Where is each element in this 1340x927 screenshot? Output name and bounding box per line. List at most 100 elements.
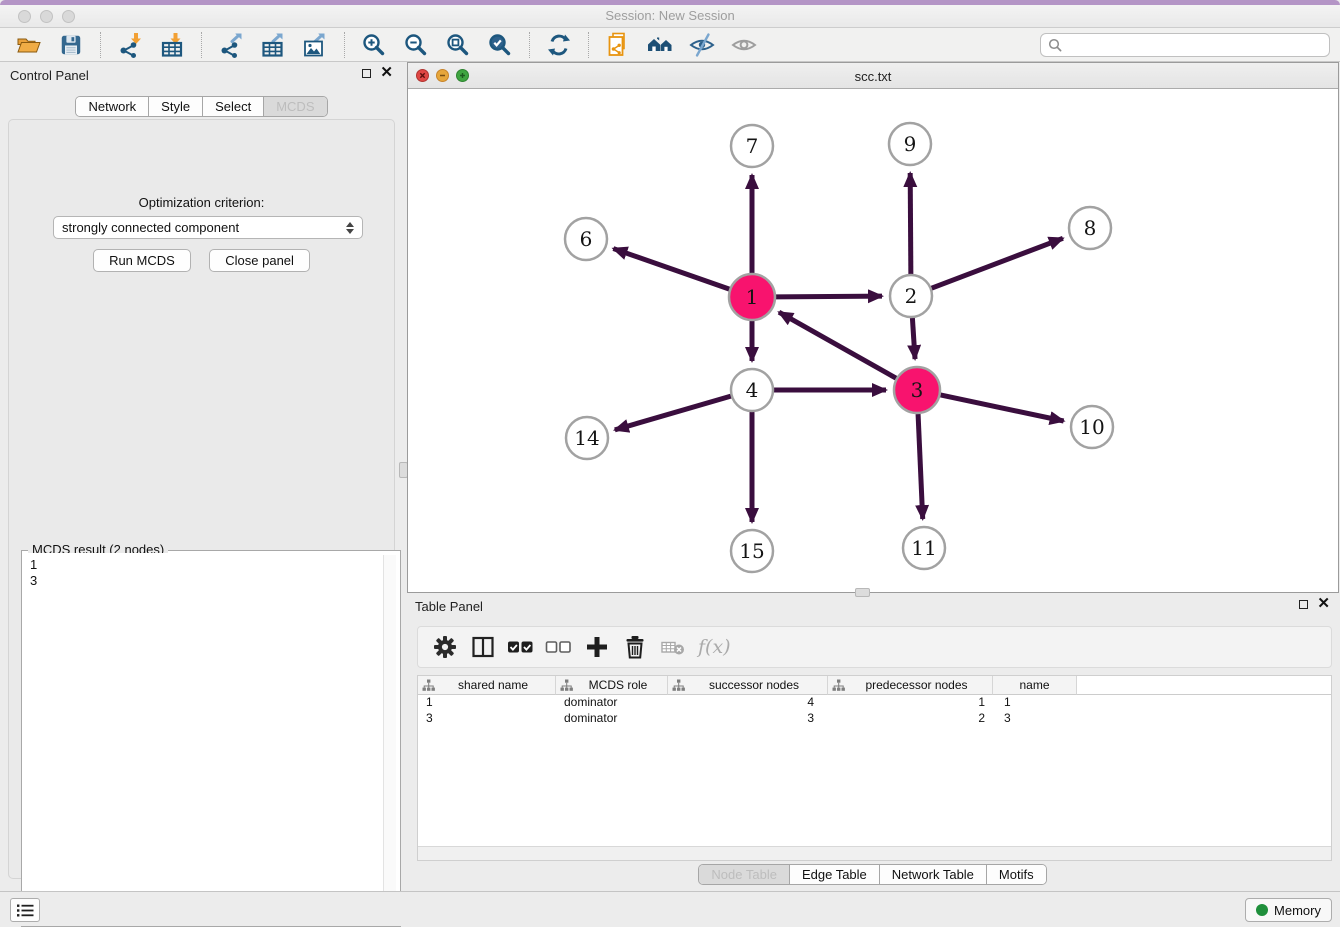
cell-name[interactable]: 3 — [993, 711, 1077, 727]
cell-predecessor-nodes[interactable]: 2 — [828, 711, 993, 727]
control-panel-header: Control Panel ✕ — [0, 62, 403, 88]
list-icon — [17, 904, 34, 917]
status-bar: Memory — [0, 891, 1340, 926]
graph-node-label: 3 — [911, 378, 924, 402]
graph-edge-2-9[interactable] — [910, 173, 911, 274]
toolbar-separator — [201, 32, 202, 58]
mcds-result-list[interactable]: 1 3 — [24, 553, 398, 924]
search-input[interactable] — [1067, 38, 1323, 52]
cell-shared-name[interactable]: 3 — [418, 711, 556, 727]
table-toolbar: f(x) — [417, 626, 1332, 668]
float-panel-icon[interactable] — [1299, 600, 1308, 609]
graph-edge-2-8[interactable] — [932, 238, 1063, 288]
close-panel-icon[interactable]: ✕ — [380, 68, 393, 78]
tab-style[interactable]: Style — [149, 97, 203, 116]
zoom-out-icon[interactable] — [401, 30, 431, 60]
import-network-icon[interactable] — [115, 30, 145, 60]
graph-node-label: 9 — [904, 132, 917, 156]
float-panel-icon[interactable] — [362, 69, 371, 78]
control-panel-title: Control Panel — [10, 68, 89, 83]
tab-network-table[interactable]: Network Table — [880, 865, 987, 884]
table-row[interactable]: 1 dominator 4 1 1 — [418, 695, 1331, 711]
network-from-file-icon[interactable] — [603, 30, 633, 60]
graph-edge-1-2[interactable] — [776, 296, 882, 297]
table-row[interactable]: 3 dominator 3 2 3 — [418, 711, 1331, 727]
delete-column-icon[interactable] — [618, 630, 652, 664]
table-panel-header: Table Panel ✕ — [405, 593, 1340, 619]
open-session-icon[interactable] — [14, 30, 44, 60]
result-scrollbar[interactable] — [383, 555, 396, 922]
graph-node-label: 14 — [574, 426, 599, 450]
criterion-dropdown[interactable]: strongly connected component — [53, 216, 363, 239]
network-canvas[interactable]: 7968124314101511 — [408, 89, 1338, 592]
houses-icon[interactable] — [645, 30, 675, 60]
mcds-result-item[interactable]: 3 — [30, 573, 392, 589]
mcds-result-item[interactable]: 1 — [30, 557, 392, 573]
tab-node-table[interactable]: Node Table — [699, 865, 790, 884]
graph-node-label: 15 — [739, 539, 764, 563]
close-panel-icon[interactable]: ✕ — [1317, 599, 1330, 609]
gear-icon[interactable] — [428, 630, 462, 664]
graph-edge-3-10[interactable] — [940, 395, 1063, 421]
graph-edge-3-1[interactable] — [779, 312, 896, 378]
cell-mcds-role[interactable]: dominator — [556, 711, 668, 727]
tab-select[interactable]: Select — [203, 97, 264, 116]
zoom-fit-icon[interactable] — [443, 30, 473, 60]
refresh-icon[interactable] — [544, 30, 574, 60]
column-header-shared-name[interactable]: shared name — [418, 676, 556, 695]
graph-edge-4-14[interactable] — [615, 396, 731, 430]
select-all-icon[interactable] — [504, 630, 538, 664]
delete-table-icon — [656, 630, 690, 664]
cell-successor-nodes[interactable]: 3 — [668, 711, 828, 727]
graph-node-label: 2 — [905, 284, 918, 308]
graph-node-label: 11 — [911, 536, 936, 560]
memory-label: Memory — [1274, 903, 1321, 918]
mcds-tab-panel: Optimization criterion: strongly connect… — [8, 119, 395, 879]
export-image-icon[interactable] — [300, 30, 330, 60]
add-column-icon[interactable] — [580, 630, 614, 664]
tab-network[interactable]: Network — [76, 97, 149, 116]
export-network-icon[interactable] — [216, 30, 246, 60]
cell-name[interactable]: 1 — [993, 695, 1077, 711]
export-table-icon[interactable] — [258, 30, 288, 60]
network-window-titlebar: scc.txt — [408, 63, 1338, 89]
graph-node-label: 10 — [1079, 415, 1104, 439]
cell-predecessor-nodes[interactable]: 1 — [828, 695, 993, 711]
column-panel-icon[interactable] — [466, 630, 500, 664]
tab-mcds[interactable]: MCDS — [264, 97, 326, 116]
run-mcds-button[interactable]: Run MCDS — [93, 249, 191, 272]
unselect-all-icon[interactable] — [542, 630, 576, 664]
session-title: Session: New Session — [0, 8, 1340, 23]
tab-motifs[interactable]: Motifs — [987, 865, 1046, 884]
graph-edge-3-11[interactable] — [918, 414, 923, 519]
toolbar-separator — [344, 32, 345, 58]
graph-node-label: 6 — [580, 227, 593, 251]
column-header-successor-nodes[interactable]: successor nodes — [668, 676, 828, 695]
toolbar-separator — [588, 32, 589, 58]
graph-node-label: 4 — [746, 378, 759, 402]
graph-edge-1-6[interactable] — [613, 249, 729, 290]
zoom-selected-icon[interactable] — [485, 30, 515, 60]
cell-successor-nodes[interactable]: 4 — [668, 695, 828, 711]
network-view-window: scc.txt 7968124314101511 — [407, 62, 1339, 593]
task-history-button[interactable] — [10, 898, 40, 922]
save-session-icon[interactable] — [56, 30, 86, 60]
search-field[interactable] — [1040, 33, 1330, 57]
function-builder-icon: f(x) — [698, 636, 731, 658]
cell-shared-name[interactable]: 1 — [418, 695, 556, 711]
memory-button[interactable]: Memory — [1245, 898, 1332, 922]
cell-mcds-role[interactable]: dominator — [556, 695, 668, 711]
column-header-predecessor-nodes[interactable]: predecessor nodes — [828, 676, 993, 695]
eye-icon[interactable] — [729, 30, 759, 60]
close-panel-button[interactable]: Close panel — [209, 249, 310, 272]
column-header-name[interactable]: name — [993, 676, 1077, 695]
eye-slash-icon[interactable] — [687, 30, 717, 60]
import-table-icon[interactable] — [157, 30, 187, 60]
table-body: 1 dominator 4 1 1 3 dominator 3 2 3 — [418, 695, 1331, 846]
tree-icon — [672, 679, 685, 691]
graph-edge-2-3[interactable] — [912, 318, 915, 359]
tab-edge-table[interactable]: Edge Table — [790, 865, 880, 884]
zoom-in-icon[interactable] — [359, 30, 389, 60]
table-horizontal-scrollbar[interactable] — [418, 846, 1331, 860]
column-header-mcds-role[interactable]: MCDS role — [556, 676, 668, 695]
